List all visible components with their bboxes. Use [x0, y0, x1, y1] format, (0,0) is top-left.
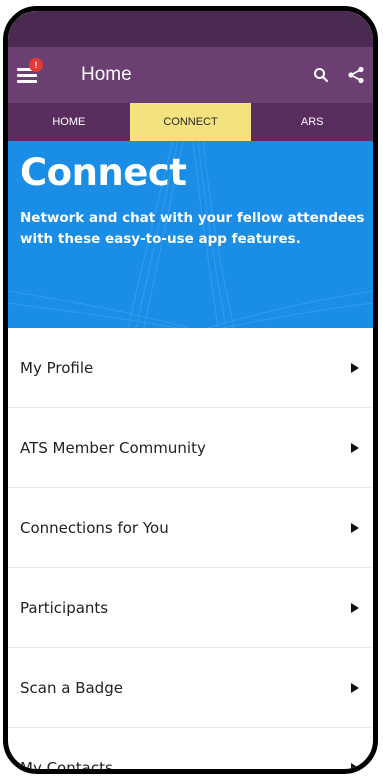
list-item-label: My Profile — [20, 358, 94, 377]
phone-frame: ! Home HOME CONNECT ARS Connect Network … — [3, 6, 378, 774]
menu-button[interactable]: ! — [17, 58, 43, 86]
tab-bar: HOME CONNECT ARS — [8, 103, 373, 141]
page-title: Home — [81, 64, 132, 85]
chevron-right-icon — [351, 602, 359, 613]
connect-banner: Connect Network and chat with your fello… — [8, 141, 373, 328]
tab-ars[interactable]: ARS — [251, 103, 373, 141]
share-button[interactable] — [347, 66, 365, 84]
list-item-scan-a-badge[interactable]: Scan a Badge — [8, 648, 373, 728]
banner-subtitle: Network and chat with your fellow attend… — [20, 210, 365, 247]
status-bar — [8, 11, 373, 47]
tab-home[interactable]: HOME — [8, 103, 130, 141]
list-item-label: Connections for You — [20, 518, 169, 537]
list-item-label: Participants — [20, 598, 109, 617]
list-item-my-contacts[interactable]: My Contacts — [8, 728, 373, 774]
app-bar: ! Home — [8, 47, 373, 103]
list-item-ats-member-community[interactable]: ATS Member Community — [8, 408, 373, 488]
list-item-connections-for-you[interactable]: Connections for You — [8, 488, 373, 568]
notification-badge: ! — [29, 58, 43, 72]
share-icon — [348, 66, 364, 84]
list-item-label: ATS Member Community — [20, 438, 206, 457]
chevron-right-icon — [351, 442, 359, 453]
chevron-right-icon — [351, 682, 359, 693]
list-item-my-profile[interactable]: My Profile — [8, 328, 373, 408]
list-item-participants[interactable]: Participants — [8, 568, 373, 648]
list-item-label: My Contacts — [20, 758, 113, 774]
chevron-right-icon — [351, 522, 359, 533]
list-item-label: Scan a Badge — [20, 678, 123, 697]
chevron-right-icon — [351, 362, 359, 373]
banner-title: Connect — [20, 151, 187, 194]
chevron-right-icon — [351, 762, 359, 769]
tab-connect[interactable]: CONNECT — [129, 103, 252, 141]
search-button[interactable] — [313, 67, 329, 83]
search-icon — [314, 68, 329, 83]
connect-menu-list: My Profile ATS Member Community Connecti… — [8, 328, 373, 774]
